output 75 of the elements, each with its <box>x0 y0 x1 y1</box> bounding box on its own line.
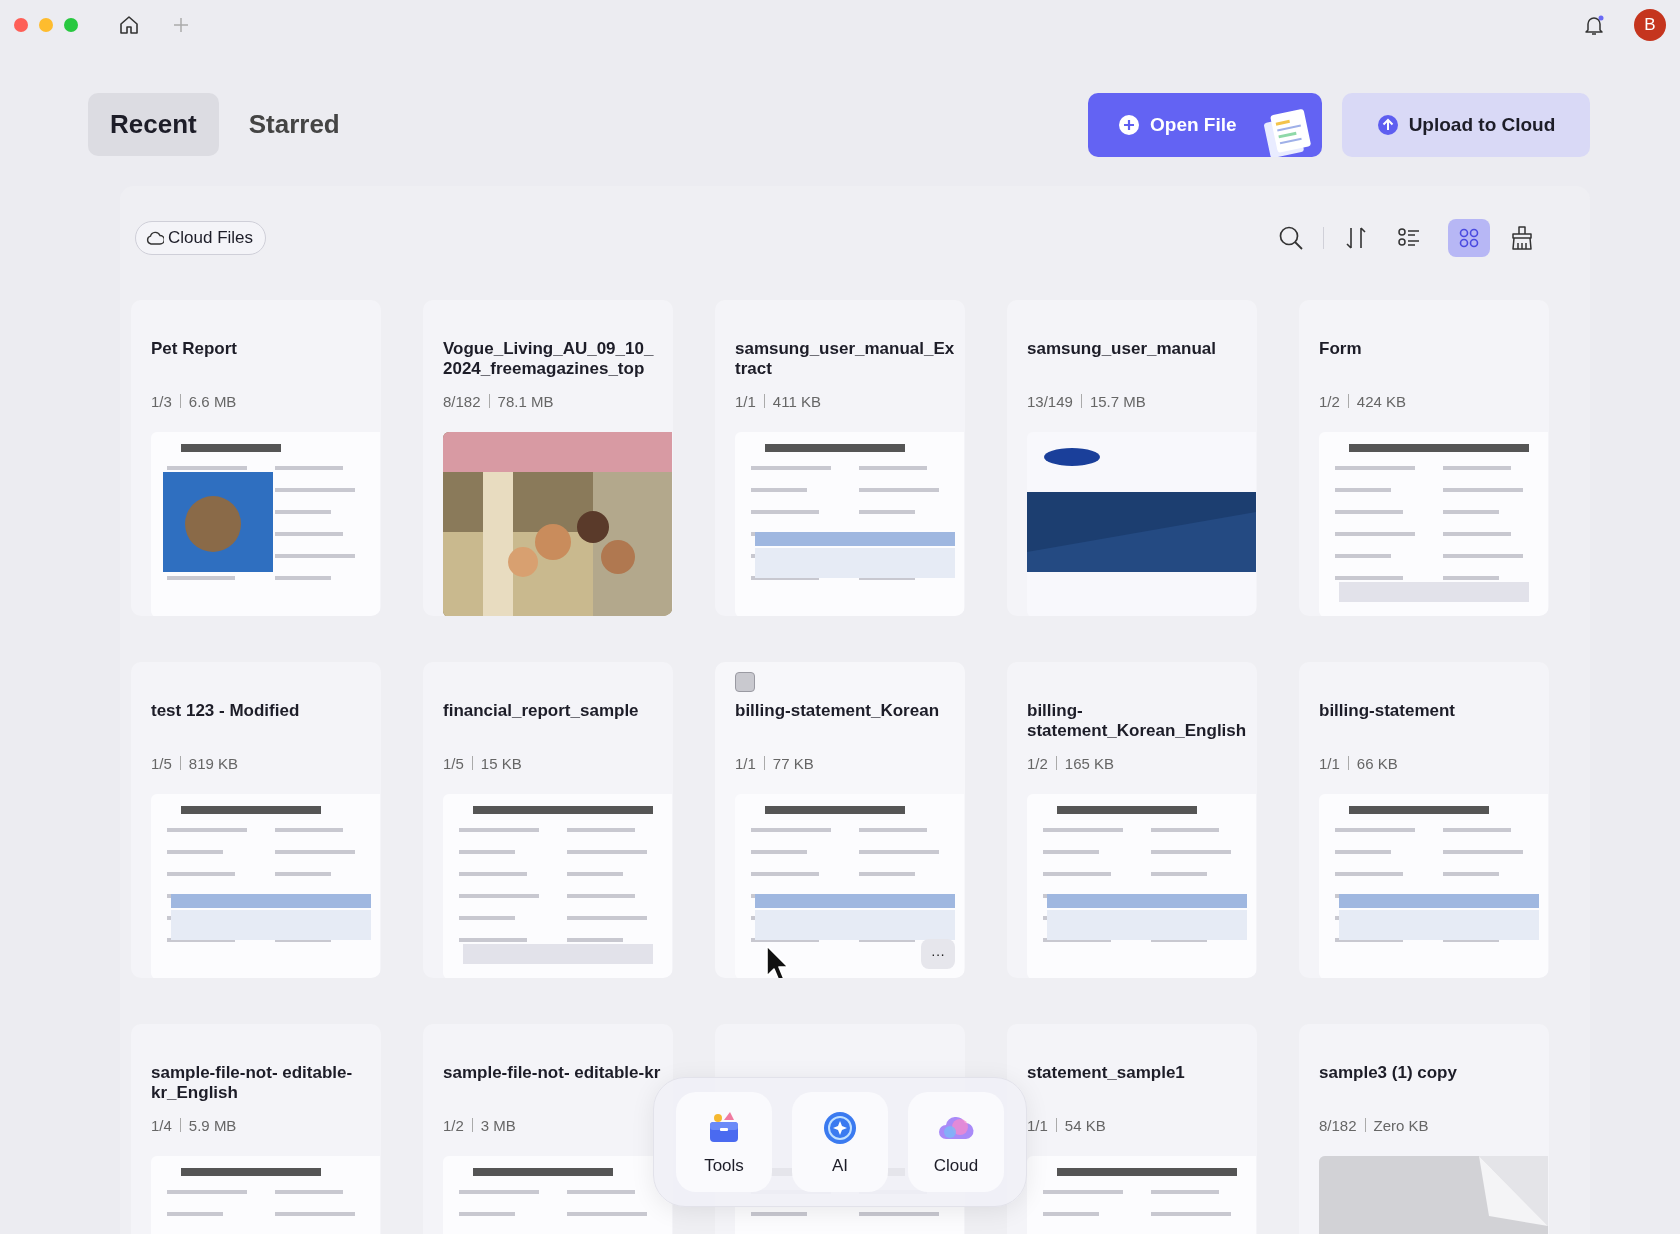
grid-view-button[interactable] <box>1448 219 1490 257</box>
tab[interactable]: Recent <box>88 93 219 156</box>
file-size: 66 KB <box>1356 754 1398 772</box>
file-name: Vogue_Living_AU_09_10_ 2024_freemagazines_top <box>443 339 655 380</box>
file-name: statement_sample1 <box>1027 1063 1186 1084</box>
file-card[interactable]: Pet Report 1/3 6.6 MB <box>131 300 381 616</box>
file-card[interactable]: billing-statement_Korean 1/1 77 KB ··· <box>715 662 965 978</box>
file-name: billing-statement <box>1319 701 1456 722</box>
file-size: 54 KB <box>1064 1116 1106 1134</box>
home-icon <box>117 13 141 37</box>
plus-circle-icon <box>1118 113 1140 136</box>
file-name: samsung_user_manual_Ex tract <box>735 339 956 380</box>
file-card[interactable]: Form 1/2 424 KB <box>1299 300 1549 616</box>
cloud-icon <box>146 230 164 246</box>
page-count: 1/5 <box>443 754 464 772</box>
file-size: 424 KB <box>1356 392 1407 410</box>
page-count: 8/182 <box>1319 1116 1357 1134</box>
file-card[interactable]: test 123 - Modified 1/5 819 KB <box>131 662 381 978</box>
file-card[interactable]: billing- statement_Korean_English 1/2 165 KB <box>1007 662 1257 978</box>
more-button[interactable]: ··· <box>921 939 955 969</box>
file-name: Pet Report <box>151 339 238 360</box>
avatar[interactable]: B <box>1634 9 1666 41</box>
ai-button[interactable]: AI <box>792 1092 888 1192</box>
file-name: test 123 - Modified <box>151 701 301 722</box>
file-name: financial_report_sample <box>443 701 640 722</box>
file-card[interactable]: samsung_user_manual 13/149 15.7 MB <box>1007 300 1257 616</box>
file-size: 77 KB <box>772 754 814 772</box>
cloud-files-filter[interactable]: Cloud Files <box>135 221 267 255</box>
file-size: 6.6 MB <box>188 392 237 410</box>
cloud-button[interactable]: Cloud <box>908 1092 1004 1192</box>
file-name: sample3 (1) copy <box>1319 1063 1458 1084</box>
checkbox[interactable] <box>735 672 755 692</box>
file-card[interactable]: sample-file-not- editable-kr 1/2 3 MB <box>423 1024 673 1234</box>
page-count: 1/1 <box>735 754 756 772</box>
file-size: 165 KB <box>1064 754 1115 772</box>
file-name: samsung_user_manual <box>1027 339 1217 360</box>
page-count: 1/5 <box>151 754 172 772</box>
page-count: 1/2 <box>1027 754 1048 772</box>
file-card[interactable]: statement_sample1 1/1 54 KB <box>1007 1024 1257 1234</box>
tools-button[interactable]: Tools <box>676 1092 772 1192</box>
open-file-button[interactable]: Open File <box>1088 92 1322 157</box>
page-count: 1/1 <box>735 392 756 410</box>
search-icon[interactable] <box>1277 224 1305 252</box>
page-count: 1/3 <box>151 392 172 410</box>
page-count: 8/182 <box>443 392 481 410</box>
file-size: 15.7 MB <box>1089 392 1146 410</box>
file-size: 15 KB <box>480 754 522 772</box>
tab[interactable]: Starred <box>226 93 362 156</box>
file-name: sample-file-not- editable-kr_English <box>151 1063 354 1104</box>
file-card[interactable]: billing-statement 1/1 66 KB <box>1299 662 1549 978</box>
file-name: billing- statement_Korean_English <box>1027 701 1248 742</box>
file-size: 3 MB <box>480 1116 516 1134</box>
file-card[interactable]: sample3 (1) copy 8/182 Zero KB <box>1299 1024 1549 1234</box>
close-button[interactable] <box>14 18 28 32</box>
file-name: billing-statement_Korean <box>735 701 941 722</box>
file-size: 819 KB <box>188 754 239 772</box>
file-name: sample-file-not- editable-kr <box>443 1063 662 1084</box>
file-card[interactable]: samsung_user_manual_Ex tract 1/1 411 KB <box>715 300 965 616</box>
bell-icon[interactable] <box>1582 13 1606 37</box>
page-count: 1/4 <box>151 1116 172 1134</box>
file-card[interactable]: sample-file-not- editable-kr_English 1/4 5.9 MB <box>131 1024 381 1234</box>
upload-button[interactable]: Upload to Cloud <box>1342 92 1590 157</box>
page-count: 13/149 <box>1027 392 1073 410</box>
upload-icon <box>1376 113 1399 136</box>
file-size: 411 KB <box>772 392 821 410</box>
file-size: 78.1 MB <box>497 392 554 410</box>
file-size: 5.9 MB <box>188 1116 237 1134</box>
page-count: 1/2 <box>1319 392 1340 410</box>
file-size: Zero KB <box>1373 1116 1429 1134</box>
file-card[interactable]: Vogue_Living_AU_09_10_ 2024_freemagazines_top 8/182 78.1 MB <box>423 300 673 616</box>
file-name: Form <box>1319 339 1363 360</box>
page-count: 1/1 <box>1319 754 1340 772</box>
page-count: 1/2 <box>443 1116 464 1134</box>
file-card[interactable]: financial_report_sample 1/5 15 KB <box>423 662 673 978</box>
page-count: 1/1 <box>1027 1116 1048 1134</box>
